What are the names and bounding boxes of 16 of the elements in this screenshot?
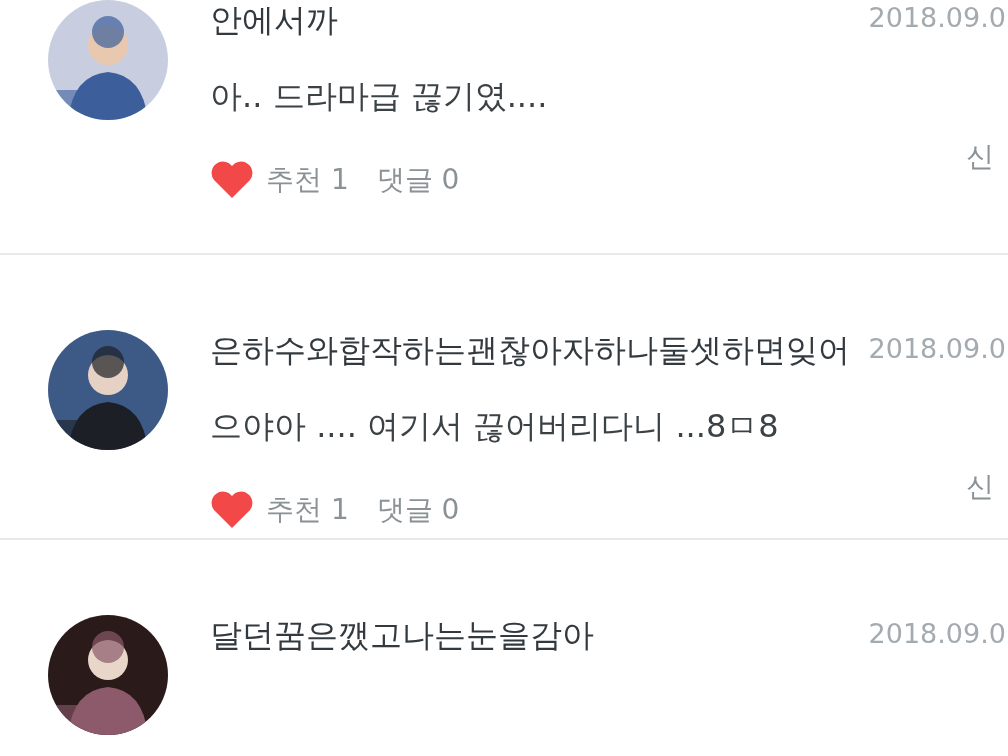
comment-date: 2018.09.0: [868, 333, 1006, 364]
comment-text: 으야아 .... 여기서 끊어버리다니 ...8ㅁ8: [210, 406, 780, 446]
comment-text: 아.. 드라마급 끊기였....: [210, 76, 549, 116]
like-count[interactable]: 추천 1: [266, 491, 349, 529]
like-count[interactable]: 추천 1: [266, 161, 349, 199]
comment-date: 2018.09.0: [868, 618, 1006, 649]
heart-icon[interactable]: [210, 490, 254, 530]
report-link[interactable]: 신: [966, 138, 994, 176]
reply-count[interactable]: 댓글 0: [376, 161, 460, 199]
report-link[interactable]: 신: [966, 468, 994, 506]
heart-icon[interactable]: [210, 160, 254, 200]
username: 달던꿈은깼고나는눈을감아: [210, 615, 594, 655]
reply-count[interactable]: 댓글 0: [376, 491, 460, 529]
username: 안에서까: [210, 0, 338, 40]
comment-date: 2018.09.0: [868, 2, 1006, 33]
username: 은하수와합작하는괜찮아자하나둘셋하면잊어: [210, 330, 850, 370]
